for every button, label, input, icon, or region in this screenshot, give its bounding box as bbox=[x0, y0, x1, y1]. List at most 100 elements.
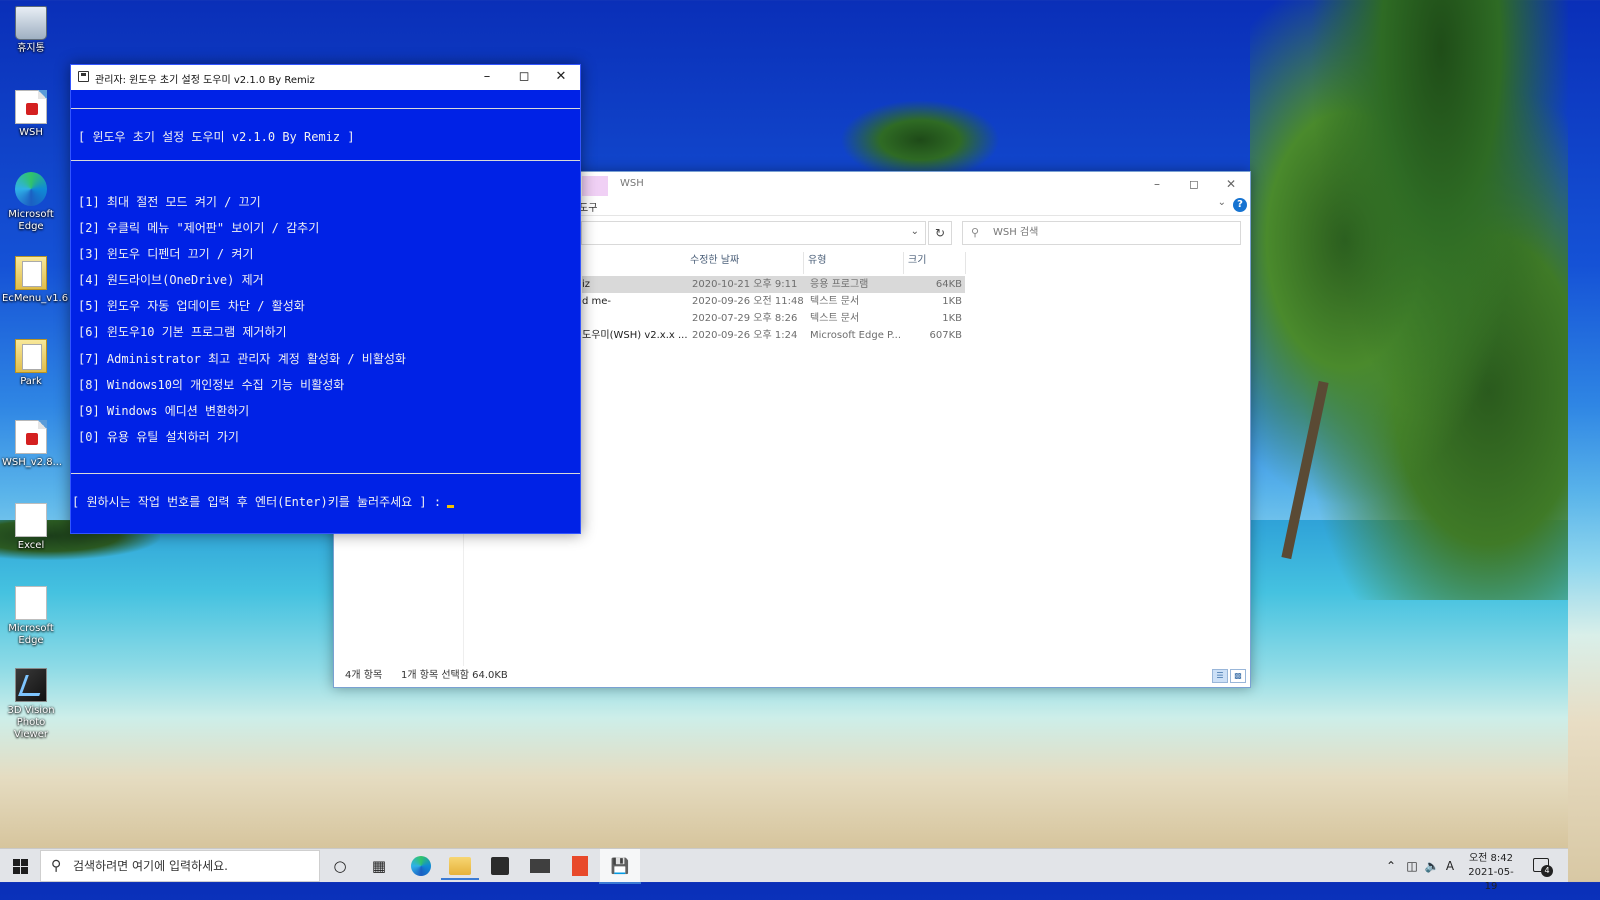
column-header-date[interactable]: 수정한 날짜 bbox=[686, 252, 804, 274]
console-prompt: [ 원하시는 작업 번호를 입력 후 엔터(Enter)키를 눌러주세요 ] : bbox=[72, 495, 442, 509]
file-size: 1KB bbox=[942, 313, 962, 324]
windows-logo-icon bbox=[13, 859, 20, 866]
console-maximize-button[interactable]: ◻ bbox=[506, 65, 542, 90]
desktop-icon-edge[interactable]: Microsoft Edge bbox=[2, 172, 60, 233]
mail-icon[interactable] bbox=[530, 859, 550, 873]
console-output[interactable]: [ 윈도우 초기 설정 도우미 v2.1.0 By Remiz ] [1] 최대… bbox=[71, 90, 580, 534]
clock[interactable]: 오전 8:42 2021-05-19 bbox=[1462, 852, 1520, 894]
file-row[interactable]: 2020-07-29 오후 8:26 텍스트 문서 1KB bbox=[582, 310, 965, 327]
floppy-disk-icon[interactable]: 💾 bbox=[599, 853, 641, 884]
details-view-icon[interactable]: ☰ bbox=[1212, 669, 1228, 683]
file-date: 2020-09-26 오전 11:48 bbox=[692, 296, 804, 307]
network-icon[interactable]: ◫ bbox=[1403, 849, 1421, 883]
file-date: 2020-09-26 오후 1:24 bbox=[692, 330, 798, 341]
menu-option-6: [6] 윈도우10 기본 프로그램 제거하기 bbox=[78, 325, 287, 339]
search-placeholder: WSH 검색 bbox=[993, 227, 1039, 238]
divider bbox=[71, 108, 580, 109]
store-icon[interactable] bbox=[491, 857, 509, 875]
divider bbox=[71, 160, 580, 161]
explorer-maximize-button[interactable]: ◻ bbox=[1176, 175, 1212, 193]
desktop-icon-excel[interactable]: Excel bbox=[2, 503, 60, 552]
chevron-up-icon[interactable]: ⌃ bbox=[1384, 849, 1398, 883]
desktop-icon-ecmenu[interactable]: EcMenu_v1.6 bbox=[2, 256, 68, 305]
file-type: Microsoft Edge P... bbox=[810, 330, 902, 341]
help-icon[interactable]: ? bbox=[1233, 198, 1247, 212]
selection-info: 1개 항목 선택함 64.0KB bbox=[401, 670, 508, 681]
desktop-icon-edge-2[interactable]: Microsoft Edge bbox=[2, 586, 60, 647]
taskbar: ⚲ 검색하려면 여기에 입력하세요. ○ ▦ 💾 ⌃ ◫ 🔈 A 오전 8:42… bbox=[0, 848, 1568, 892]
cortana-icon[interactable]: ○ bbox=[327, 853, 353, 879]
recycle-bin-icon bbox=[15, 6, 47, 40]
menu-option-5: [5] 윈도우 자동 업데이트 차단 / 활성화 bbox=[78, 299, 305, 313]
3d-vision-icon bbox=[15, 668, 47, 702]
console-prompt-line[interactable]: [ 원하시는 작업 번호를 입력 후 엔터(Enter)키를 눌러주세요 ] : bbox=[72, 493, 455, 510]
menu-option-2: [2] 우클릭 메뉴 "제어판" 보이기 / 감추기 bbox=[78, 221, 320, 235]
file-row[interactable]: 도우미(WSH) v2.x.x ... 2020-09-26 오후 1:24 M… bbox=[582, 327, 965, 344]
menu-option-8: [8] Windows10의 개인정보 수집 기능 비활성화 bbox=[78, 378, 345, 392]
console-window[interactable]: 관리자: 윈도우 초기 설정 도우미 v2.1.0 By Remiz – ◻ ✕… bbox=[70, 64, 581, 534]
search-input[interactable]: ⚲ WSH 검색 bbox=[962, 221, 1241, 245]
taskbar-search-input[interactable]: ⚲ 검색하려면 여기에 입력하세요. bbox=[40, 850, 320, 882]
address-bar[interactable]: ⌄ bbox=[581, 221, 926, 245]
file-date: 2020-10-21 오후 9:11 bbox=[692, 279, 798, 290]
explorer-minimize-button[interactable]: – bbox=[1139, 175, 1175, 193]
console-titlebar[interactable]: 관리자: 윈도우 초기 설정 도우미 v2.1.0 By Remiz – ◻ ✕ bbox=[71, 65, 580, 90]
explorer-title: WSH bbox=[620, 178, 644, 189]
ribbon-tab-tools[interactable]: 도구 bbox=[579, 199, 597, 214]
document-icon bbox=[15, 90, 47, 124]
ime-indicator[interactable]: A bbox=[1443, 849, 1457, 883]
file-explorer-icon[interactable] bbox=[441, 857, 479, 880]
chevron-down-icon[interactable]: ⌄ bbox=[911, 226, 919, 237]
desktop-icon-park[interactable]: Park bbox=[2, 339, 60, 388]
desktop-icon-label: Excel bbox=[17, 540, 45, 551]
console-header: [ 윈도우 초기 설정 도우미 v2.1.0 By Remiz ] bbox=[78, 130, 355, 144]
console-minimize-button[interactable]: – bbox=[469, 65, 505, 90]
desktop-icon-wsh[interactable]: WSH bbox=[2, 90, 60, 139]
folder-document-icon bbox=[15, 256, 47, 290]
office-icon[interactable] bbox=[572, 856, 588, 876]
desktop-icon-label: 3D Vision Photo Viewer bbox=[7, 705, 55, 740]
column-header-type[interactable]: 유형 bbox=[804, 252, 904, 274]
chevron-down-icon[interactable]: ⌄ bbox=[1218, 197, 1226, 208]
floppy-disk-icon bbox=[78, 71, 89, 82]
desktop-icon-3d-vision[interactable]: 3D Vision Photo Viewer bbox=[2, 668, 60, 741]
desktop-icon-wsh-v2[interactable]: WSH_v2.8... bbox=[2, 420, 63, 469]
volume-icon[interactable]: 🔈 bbox=[1423, 849, 1441, 883]
menu-option-4: [4] 원드라이브(OneDrive) 제거 bbox=[78, 273, 264, 287]
file-name: 도우미(WSH) v2.x.x ... bbox=[582, 330, 688, 341]
console-close-button[interactable]: ✕ bbox=[543, 65, 579, 90]
folder-document-icon bbox=[15, 339, 47, 373]
menu-option-9: [9] Windows 에디션 변환하기 bbox=[78, 404, 250, 418]
search-icon: ⚲ bbox=[51, 858, 62, 874]
desktop-icon-label: WSH bbox=[19, 127, 43, 138]
refresh-button[interactable]: ↻ bbox=[928, 221, 952, 245]
taskbar-search-placeholder: 검색하려면 여기에 입력하세요. bbox=[73, 859, 228, 873]
explorer-title-tab bbox=[582, 176, 608, 196]
file-row[interactable]: iz 2020-10-21 오후 9:11 응용 프로그램 64KB bbox=[582, 276, 965, 293]
menu-option-1: [1] 최대 절전 모드 켜기 / 끄기 bbox=[78, 195, 261, 209]
task-view-icon[interactable]: ▦ bbox=[366, 853, 392, 879]
file-size: 64KB bbox=[935, 279, 962, 290]
item-count: 4개 항목 bbox=[345, 670, 383, 681]
document-icon bbox=[15, 420, 47, 454]
explorer-close-button[interactable]: ✕ bbox=[1213, 175, 1249, 193]
notification-count: 4 bbox=[1541, 865, 1553, 877]
desktop-icon-recycle-bin[interactable]: 휴지통 bbox=[2, 6, 60, 55]
file-name: iz bbox=[582, 279, 591, 290]
file-row[interactable]: d me- 2020-09-26 오전 11:48 텍스트 문서 1KB bbox=[582, 293, 965, 310]
file-type: 응용 프로그램 bbox=[810, 279, 869, 290]
file-size: 1KB bbox=[942, 296, 962, 307]
file-date: 2020-07-29 오후 8:26 bbox=[692, 313, 798, 324]
menu-option-0: [0] 유용 유틸 설치하러 가기 bbox=[78, 430, 239, 444]
desktop-icon-label: Park bbox=[20, 376, 42, 387]
edge-icon[interactable] bbox=[411, 856, 431, 876]
blank-document-icon bbox=[15, 586, 47, 620]
edge-icon bbox=[15, 172, 47, 206]
column-header-size[interactable]: 크기 bbox=[904, 252, 966, 274]
divider bbox=[71, 473, 580, 474]
desktop-icon-label: WSH_v2.8... bbox=[2, 457, 63, 468]
large-icons-view-icon[interactable]: ▩ bbox=[1230, 669, 1246, 683]
file-type: 텍스트 문서 bbox=[810, 313, 860, 324]
console-title: 관리자: 윈도우 초기 설정 도우미 v2.1.0 By Remiz bbox=[95, 75, 315, 86]
start-button[interactable] bbox=[0, 849, 40, 883]
